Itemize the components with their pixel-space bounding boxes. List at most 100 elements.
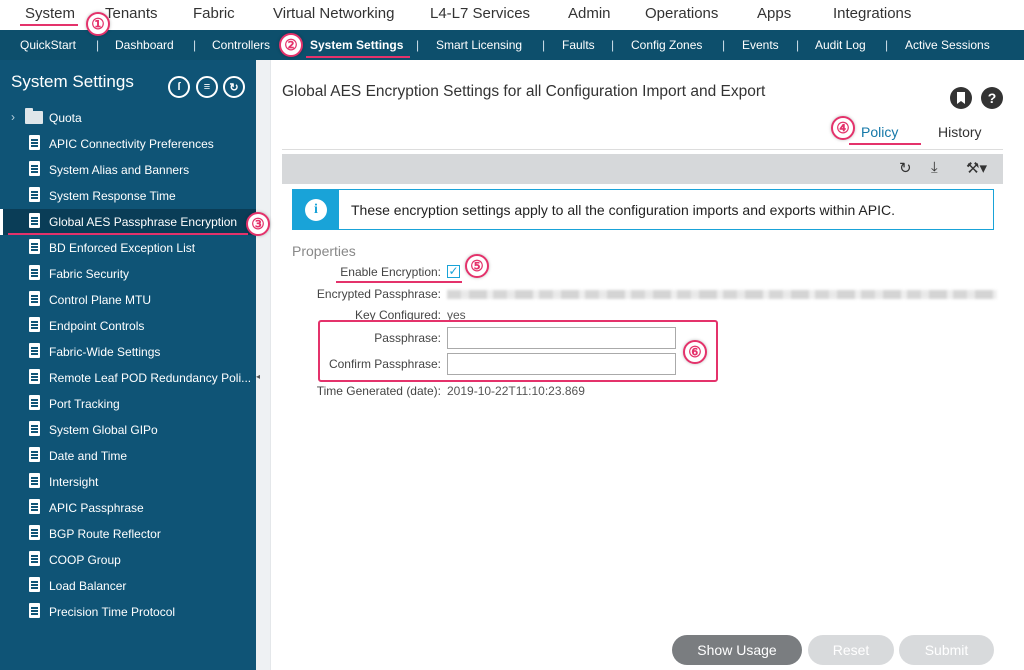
annotation-marker-1: ① [86, 12, 110, 36]
sidebar-item-fabric-security[interactable]: Fabric Security [0, 261, 256, 287]
sidebar-item-fabric-wide-settings[interactable]: Fabric-Wide Settings [0, 339, 256, 365]
sub-navigation: QuickStart | Dashboard | Controllers Sys… [0, 30, 1024, 60]
annotation-underline [336, 281, 462, 283]
annotation-underline [20, 24, 78, 26]
document-icon [29, 161, 40, 176]
annotation-marker-2: ② [279, 33, 303, 57]
top-navigation: System Tenants Fabric Virtual Networking… [0, 0, 1024, 30]
annotation-marker-4: ④ [831, 116, 855, 140]
subnav-smart-licensing[interactable]: Smart Licensing [436, 38, 522, 52]
nav-virtual-networking[interactable]: Virtual Networking [273, 5, 394, 22]
submit-button[interactable]: Submit [899, 635, 994, 665]
sidebar-item-control-plane-mtu[interactable]: Control Plane MTU [0, 287, 256, 313]
subnav-config-zones[interactable]: Config Zones [631, 38, 702, 52]
nav-integrations[interactable]: Integrations [833, 5, 911, 22]
sidebar-item-bd-enforced-exception-list[interactable]: BD Enforced Exception List [0, 235, 256, 261]
sidebar-item-coop-group[interactable]: COOP Group [0, 547, 256, 573]
time-generated-label: Time Generated (date): [316, 384, 441, 398]
document-icon [29, 473, 40, 488]
subnav-system-settings[interactable]: System Settings [310, 38, 403, 52]
nav-system[interactable]: System [25, 5, 75, 22]
filter-icon[interactable]: ſ [168, 76, 190, 98]
sidebar-item-label: Load Balancer [49, 579, 127, 593]
sidebar-item-label: Remote Leaf POD Redundancy Poli... [49, 371, 252, 385]
list-icon[interactable]: ≡ [196, 76, 218, 98]
annotation-underline [849, 143, 921, 145]
sidebar-item-global-aes-passphrase-encryption[interactable]: Global AES Passphrase Encryption [0, 209, 256, 235]
sidebar-item-intersight[interactable]: Intersight [0, 469, 256, 495]
refresh-icon[interactable]: ↻ [899, 159, 912, 177]
nav-tenants[interactable]: Tenants [105, 5, 158, 22]
time-generated-value: 2019-10-22T11:10:23.869 [447, 384, 585, 398]
download-icon[interactable]: ⤓ [931, 159, 938, 176]
sidebar: System Settings ſ ≡ ↻ › Quota APIC Conne… [0, 60, 256, 670]
nav-l4-l7-services[interactable]: L4-L7 Services [430, 5, 530, 22]
sidebar-item-precision-time-protocol[interactable]: Precision Time Protocol [0, 599, 256, 625]
sidebar-item-load-balancer[interactable]: Load Balancer [0, 573, 256, 599]
help-icon[interactable]: ? [981, 87, 1003, 109]
annotation-underline [8, 233, 248, 235]
bookmark-icon[interactable] [950, 87, 972, 109]
subnav-audit-log[interactable]: Audit Log [815, 38, 866, 52]
sidebar-item-label: APIC Connectivity Preferences [49, 137, 214, 151]
document-icon [29, 317, 40, 332]
sidebar-item-system-global-gipo[interactable]: System Global GIPo [0, 417, 256, 443]
sidebar-item-label: COOP Group [49, 553, 121, 567]
subnav-separator: | [416, 38, 420, 52]
collapse-arrow-icon[interactable]: ◂ [256, 372, 260, 381]
show-usage-button[interactable]: Show Usage [672, 635, 802, 665]
sidebar-item-bgp-route-reflector[interactable]: BGP Route Reflector [0, 521, 256, 547]
subnav-dashboard[interactable]: Dashboard [115, 38, 174, 52]
nav-operations[interactable]: Operations [645, 5, 718, 22]
sidebar-item-port-tracking[interactable]: Port Tracking [0, 391, 256, 417]
chevron-right-icon[interactable]: › [11, 110, 15, 124]
subnav-separator: | [796, 38, 800, 52]
document-icon [29, 499, 40, 514]
tools-icon[interactable]: ⚒▾ [966, 159, 987, 177]
sidebar-item-label: Date and Time [49, 449, 128, 463]
sidebar-item-label: BD Enforced Exception List [49, 241, 196, 255]
encrypted-passphrase-value [447, 290, 997, 299]
sidebar-item-system-alias-and-banners[interactable]: System Alias and Banners [0, 157, 256, 183]
document-icon [29, 239, 40, 254]
subnav-controllers[interactable]: Controllers [212, 38, 270, 52]
document-icon [29, 213, 40, 228]
sidebar-item-remote-leaf-pod-redundancy[interactable]: Remote Leaf POD Redundancy Poli... [0, 365, 256, 391]
folder-icon [25, 108, 43, 124]
enable-encryption-checkbox[interactable]: ✓ [447, 265, 460, 278]
toolbar: ↻ ⤓ ⚒▾ [282, 154, 1003, 184]
info-icon: i [305, 199, 327, 221]
tab-history[interactable]: History [938, 124, 982, 140]
sidebar-item-date-and-time[interactable]: Date and Time [0, 443, 256, 469]
sidebar-folder-quota[interactable]: › Quota [0, 105, 256, 131]
sidebar-item-label: Global AES Passphrase Encryption [49, 215, 238, 229]
sidebar-item-apic-passphrase[interactable]: APIC Passphrase [0, 495, 256, 521]
subnav-quickstart[interactable]: QuickStart [20, 38, 76, 52]
sidebar-item-label: System Global GIPo [49, 423, 158, 437]
subnav-events[interactable]: Events [742, 38, 779, 52]
subnav-separator: | [722, 38, 726, 52]
sidebar-item-label: Fabric Security [49, 267, 130, 281]
document-icon [29, 369, 40, 384]
nav-admin[interactable]: Admin [568, 5, 611, 22]
panel-splitter[interactable]: ◂ [256, 60, 270, 670]
subnav-faults[interactable]: Faults [562, 38, 595, 52]
document-icon [29, 603, 40, 618]
reset-button[interactable]: Reset [808, 635, 894, 665]
subnav-separator: | [611, 38, 615, 52]
subnav-separator: | [542, 38, 546, 52]
refresh-icon[interactable]: ↻ [223, 76, 245, 98]
sidebar-item-label: Precision Time Protocol [49, 605, 176, 619]
sidebar-item-label: BGP Route Reflector [49, 527, 161, 541]
document-icon [29, 421, 40, 436]
sidebar-item-apic-connectivity-preferences[interactable]: APIC Connectivity Preferences [0, 131, 256, 157]
tab-policy[interactable]: Policy [861, 124, 898, 140]
sidebar-item-label: Control Plane MTU [49, 293, 152, 307]
sidebar-item-label: Intersight [49, 475, 99, 489]
nav-apps[interactable]: Apps [757, 5, 791, 22]
sidebar-item-endpoint-controls[interactable]: Endpoint Controls [0, 313, 256, 339]
nav-fabric[interactable]: Fabric [193, 5, 235, 22]
subnav-active-sessions[interactable]: Active Sessions [905, 38, 990, 52]
sidebar-item-system-response-time[interactable]: System Response Time [0, 183, 256, 209]
properties-heading: Properties [292, 243, 356, 259]
